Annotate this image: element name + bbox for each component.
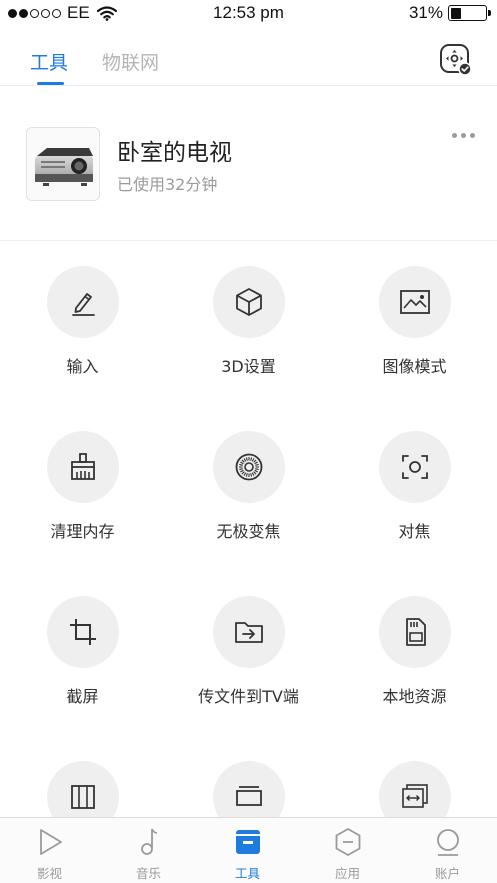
more-dots-icon[interactable] (452, 133, 475, 138)
toolbox-icon (232, 826, 264, 858)
tool-label: 截屏 (66, 687, 99, 706)
tool-aspect-ratio[interactable] (332, 737, 497, 817)
tool-clear-memory[interactable]: 清理内存 (0, 407, 165, 557)
tool-label: 清理内存 (50, 522, 115, 541)
keystone-icon (47, 761, 119, 817)
tool-screen[interactable] (166, 737, 331, 817)
tool-label: 本地资源 (382, 687, 447, 706)
tool-keystone[interactable] (0, 737, 165, 817)
zoom-dial-icon (213, 431, 285, 503)
user-icon (432, 826, 464, 858)
top-tabs: 工具 物联网 (0, 36, 497, 86)
tool-focus[interactable]: 对焦 (332, 407, 497, 557)
picture-icon (379, 266, 451, 338)
nav-label: 音乐 (135, 866, 161, 881)
battery-fill (450, 7, 462, 19)
nav-label: 影视 (36, 866, 62, 881)
tool-label: 无极变焦 (216, 522, 281, 541)
tool-label: 输入 (66, 357, 99, 376)
nav-label: 应用 (334, 866, 360, 881)
nav-label: 账户 (434, 866, 460, 881)
nav-item-apps[interactable]: 应用 (298, 818, 397, 883)
battery-percent: 31% (408, 3, 443, 22)
screen-icon (213, 761, 285, 817)
device-card[interactable]: 卧室的电视 已使用32分钟 (0, 87, 497, 241)
tool-grid: 输入 3D设置 图像模式 清理内存 无极变焦 对焦 截屏 传文件到TV端 本地资… (0, 242, 497, 817)
crop-icon (47, 596, 119, 668)
tool-label: 3D设置 (221, 357, 276, 376)
active-tab-indicator (37, 82, 64, 85)
tool-send-file-to-tv[interactable]: 传文件到TV端 (166, 572, 331, 722)
tool-label: 图像模式 (382, 357, 447, 376)
status-right: 31% (408, 3, 491, 23)
tab-iot[interactable]: 物联网 (102, 48, 159, 75)
aspect-ratio-icon (379, 761, 451, 817)
play-icon (34, 826, 66, 858)
nav-item-tools[interactable]: 工具 (198, 818, 297, 883)
nav-item-music[interactable]: 音乐 (99, 818, 198, 883)
nav-item-account[interactable]: 账户 (398, 818, 497, 883)
tab-tools[interactable]: 工具 (30, 48, 68, 75)
remote-control-icon[interactable] (439, 43, 473, 77)
tool-input[interactable]: 输入 (0, 242, 165, 392)
sd-card-icon (379, 596, 451, 668)
bottom-nav: 影视 音乐 工具 应用 账户 (0, 817, 497, 883)
projector-icon (26, 127, 100, 201)
tool-local-resources[interactable]: 本地资源 (332, 572, 497, 722)
broom-icon (47, 431, 119, 503)
pencil-icon (47, 266, 119, 338)
battery-icon (448, 5, 491, 21)
folder-transfer-icon (213, 596, 285, 668)
device-usage: 已使用32分钟 (117, 175, 218, 194)
tool-label: 传文件到TV端 (198, 687, 299, 706)
cube-icon (213, 266, 285, 338)
tool-screenshot[interactable]: 截屏 (0, 572, 165, 722)
device-name: 卧室的电视 (117, 140, 232, 166)
music-note-icon (133, 826, 165, 858)
tool-zoom[interactable]: 无极变焦 (166, 407, 331, 557)
tool-picture-mode[interactable]: 图像模式 (332, 242, 497, 392)
apps-hexagon-icon (332, 826, 364, 858)
tool-3d-settings[interactable]: 3D设置 (166, 242, 331, 392)
nav-item-movies[interactable]: 影视 (0, 818, 99, 883)
status-bar: EE 12:53 pm 31% (0, 0, 497, 26)
nav-label: 工具 (234, 866, 260, 881)
focus-icon (379, 431, 451, 503)
tool-label: 对焦 (398, 522, 431, 541)
